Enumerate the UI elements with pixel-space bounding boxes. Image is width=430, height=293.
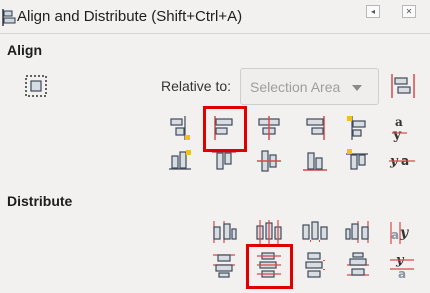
- align-right-edges-icon[interactable]: [300, 113, 330, 143]
- distribute-top-edges-icon[interactable]: [209, 250, 239, 280]
- align-left-edges-to-right-icon[interactable]: [343, 113, 373, 143]
- title-bar: Align and Distribute (Shift+Ctrl+A) ◂ ✕: [0, 0, 430, 34]
- align-baseline-text-horizontal-icon[interactable]: a y: [387, 113, 417, 143]
- close-button[interactable]: ✕: [402, 5, 416, 18]
- highlight-distribute-centers-vertical: [246, 244, 293, 289]
- align-bottom-to-top-icon[interactable]: [166, 146, 196, 176]
- distribute-gaps-horizontal-icon[interactable]: [300, 217, 330, 247]
- relative-to-value: Selection Area: [250, 79, 341, 95]
- distribute-anchors-vertical-icon[interactable]: y a: [387, 250, 417, 280]
- distribute-left-edges-icon[interactable]: [209, 217, 239, 247]
- chevron-down-icon: [352, 85, 362, 91]
- window-title: Align and Distribute (Shift+Ctrl+A): [17, 8, 243, 25]
- align-bottom-edges-icon[interactable]: [300, 146, 330, 176]
- relative-to-select[interactable]: Selection Area: [240, 68, 379, 105]
- relative-to-label: Relative to:: [161, 78, 232, 94]
- distribute-anchors-horizontal-icon[interactable]: a y: [387, 217, 417, 247]
- center-on-horizontal-axis-icon[interactable]: [254, 146, 284, 176]
- svg-text:y: y: [392, 127, 402, 143]
- highlight-align-left-edges: [203, 106, 247, 152]
- align-section-label: Align: [7, 42, 42, 58]
- distribute-bottom-edges-icon[interactable]: [343, 250, 373, 280]
- align-top-to-bottom-icon[interactable]: [343, 146, 373, 176]
- distribute-centers-horizontal-icon[interactable]: [254, 217, 284, 247]
- svg-text:a: a: [391, 228, 399, 242]
- align-baseline-text-vertical-icon[interactable]: y a: [387, 146, 417, 176]
- distribute-right-edges-icon[interactable]: [343, 217, 373, 247]
- align-right-edges-to-left-icon[interactable]: [166, 113, 196, 143]
- selection-icon[interactable]: [25, 75, 47, 97]
- distribute-gaps-vertical-icon[interactable]: [300, 250, 330, 280]
- align-dialog-icon: [2, 9, 16, 26]
- center-on-vertical-axis-icon[interactable]: [254, 113, 284, 143]
- dock-button[interactable]: ◂: [366, 5, 380, 18]
- distribute-section-label: Distribute: [7, 193, 73, 209]
- treat-selection-as-group-icon[interactable]: [391, 74, 415, 98]
